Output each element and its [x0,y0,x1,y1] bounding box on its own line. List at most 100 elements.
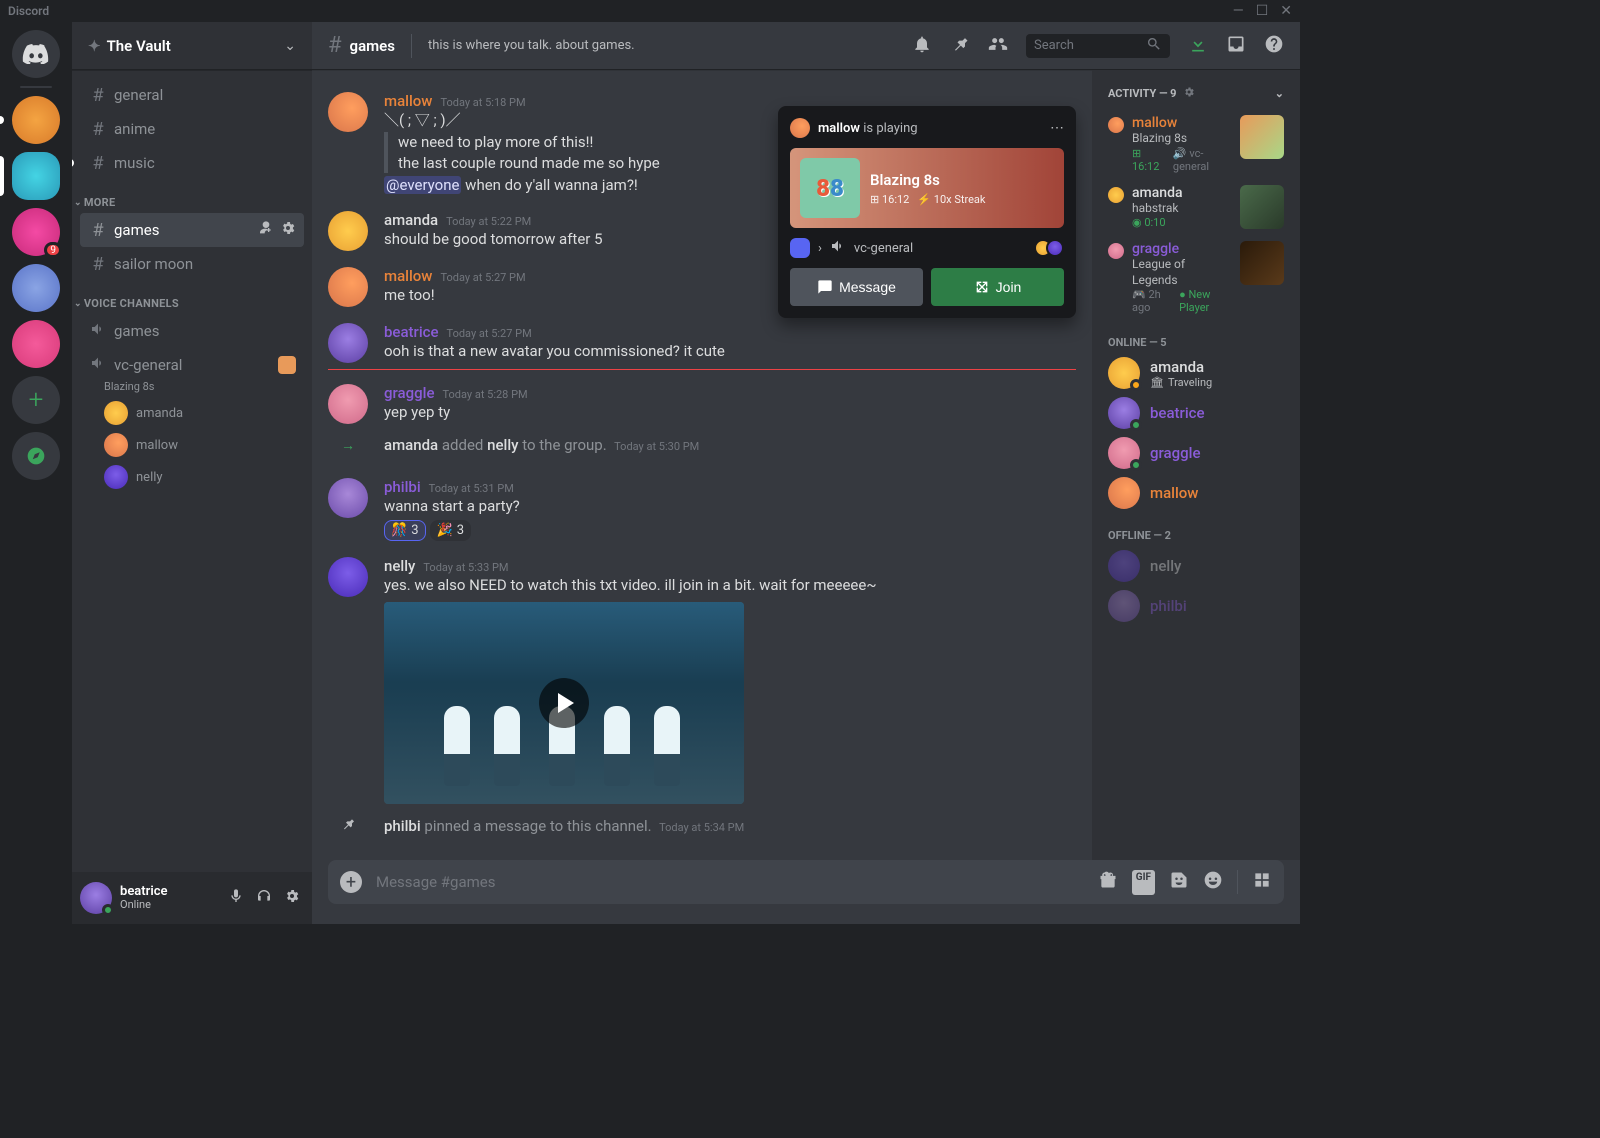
gear-icon[interactable] [280,220,296,240]
help-icon[interactable] [1264,34,1284,58]
message-composer[interactable]: + Message #games GIF [328,860,1284,904]
gear-icon[interactable] [1183,86,1195,101]
explore-button[interactable] [12,432,60,480]
settings-button[interactable] [280,884,304,912]
hash-icon: # [88,153,108,174]
avatar[interactable] [328,323,368,363]
members-icon[interactable] [988,34,1008,58]
author[interactable]: graggle [384,860,435,861]
video-embed[interactable] [384,602,744,804]
server-item-active[interactable] [12,152,60,200]
channel-item-games[interactable]: # games [80,213,304,247]
reaction[interactable]: 🎉3 [430,520,472,541]
server-item[interactable] [12,264,60,312]
voice-channel-games[interactable]: games [80,314,304,348]
avatar [1108,477,1140,509]
search-input[interactable]: Search [1026,34,1170,58]
system-message-pin: philbi pinned a message to this channel.… [328,806,1076,846]
hash-icon: # [328,33,342,58]
chevron-down-icon[interactable]: ⌄ [1275,87,1284,100]
channel-category-more[interactable]: ⌄ MORE [72,180,304,213]
activity-row[interactable]: mallow Blazing 8s ⊞ 16:12 🔊 vc-general [1100,109,1292,179]
message[interactable]: nelly Today at 5:33 PM yes. we also NEED… [328,551,1076,805]
user-avatar[interactable] [80,882,112,914]
activity-game-card[interactable]: 88 Blazing 8s ⊞ 16:12 ⚡ 10x Streak [790,148,1064,228]
message-button[interactable]: Message [790,268,923,306]
voice-user[interactable]: nelly [96,461,304,493]
activity-vc-link[interactable]: › vc-general [790,238,1064,258]
download-icon[interactable] [1188,34,1208,58]
message[interactable]: philbi Today at 5:31 PM wanna start a pa… [328,472,1076,543]
titlebar: Discord — ☐ ✕ [0,0,1300,22]
voice-channel-vc-general[interactable]: vc-general [80,348,304,382]
activity-row[interactable]: graggle League of Legends 🎮 2h ago ● New… [1100,235,1292,320]
voice-user[interactable]: amanda [96,397,304,429]
author[interactable]: mallow [384,267,432,285]
author[interactable]: graggle [384,384,435,402]
member-row[interactable]: philbi [1100,586,1292,626]
more-icon[interactable]: ⋯ [1050,120,1064,136]
activity-row[interactable]: amanda habstrak ◉ 0:10 [1100,179,1292,236]
member-row[interactable]: graggle [1100,433,1292,473]
avatar[interactable] [328,557,368,597]
channel-label: vc-general [114,356,182,374]
message[interactable]: graggle Today at 5:28 PM yep yep ty [328,378,1076,426]
sticker-icon[interactable] [1169,870,1189,895]
member-row[interactable]: nelly [1100,546,1292,586]
server-item[interactable] [12,96,60,144]
channel-item-general[interactable]: # general [80,78,304,112]
minimize-button[interactable]: — [1233,3,1244,19]
author[interactable]: beatrice [384,323,439,341]
avatar[interactable] [328,860,368,861]
channel-category-voice[interactable]: ⌄ VOICE CHANNELS [72,281,304,314]
avatar[interactable] [328,478,368,518]
inbox-icon[interactable] [1226,34,1246,58]
attach-button[interactable]: + [340,871,362,893]
channel-label: games [114,221,159,239]
voice-user[interactable]: mallow [96,429,304,461]
create-invite-icon[interactable] [258,220,274,240]
gif-icon[interactable]: GIF [1132,870,1155,895]
mute-button[interactable] [224,884,248,912]
channel-item-anime[interactable]: # anime [80,112,304,146]
join-button[interactable]: Join [931,268,1064,306]
avatar [1108,187,1124,203]
emoji-icon[interactable] [1203,870,1223,895]
member-row[interactable]: mallow [1100,473,1292,513]
maximize-button[interactable]: ☐ [1256,3,1269,19]
avatar[interactable] [328,384,368,424]
play-icon[interactable] [539,678,589,728]
avatar[interactable] [328,211,368,251]
author[interactable]: philbi [384,478,421,496]
game-art [1240,115,1284,159]
author[interactable]: amanda [384,211,438,229]
notifications-icon[interactable] [912,34,932,58]
pin-icon[interactable] [950,34,970,58]
message[interactable]: beatrice Today at 5:27 PM ooh is that a … [328,317,1076,365]
reaction[interactable]: 🎊3 [384,520,426,541]
deafen-button[interactable] [252,884,276,912]
channel-item-sailor-moon[interactable]: # sailor moon [80,247,304,281]
message[interactable]: graggle Today at 5:35 PM wait have you s… [328,854,1076,861]
server-item[interactable] [12,320,60,368]
add-server-button[interactable]: + [12,376,60,424]
author[interactable]: nelly [384,557,415,575]
message-list[interactable]: mallow is playing ⋯ 88 Blazing 8s ⊞ 16:1… [312,70,1092,860]
online-header: ONLINE — 5 [1100,320,1292,353]
author[interactable]: mallow [384,92,432,110]
close-button[interactable]: ✕ [1280,3,1292,19]
server-item[interactable]: 9 [12,208,60,256]
member-row[interactable]: amanda 🏛Traveling [1100,353,1292,393]
timestamp: Today at 5:28 PM [443,388,528,401]
member-row[interactable]: beatrice [1100,393,1292,433]
channel-item-music[interactable]: # music [80,146,304,180]
home-button[interactable] [12,30,60,78]
server-header[interactable]: ✦ The Vault ⌄ [72,22,312,70]
avatar[interactable] [328,92,368,132]
avatar[interactable] [328,267,368,307]
gift-icon[interactable] [1098,870,1118,895]
channel-label: anime [114,120,155,138]
server-thumbnail [790,238,810,258]
activities-icon[interactable] [1252,870,1272,895]
current-user-name: beatrice [120,885,216,899]
